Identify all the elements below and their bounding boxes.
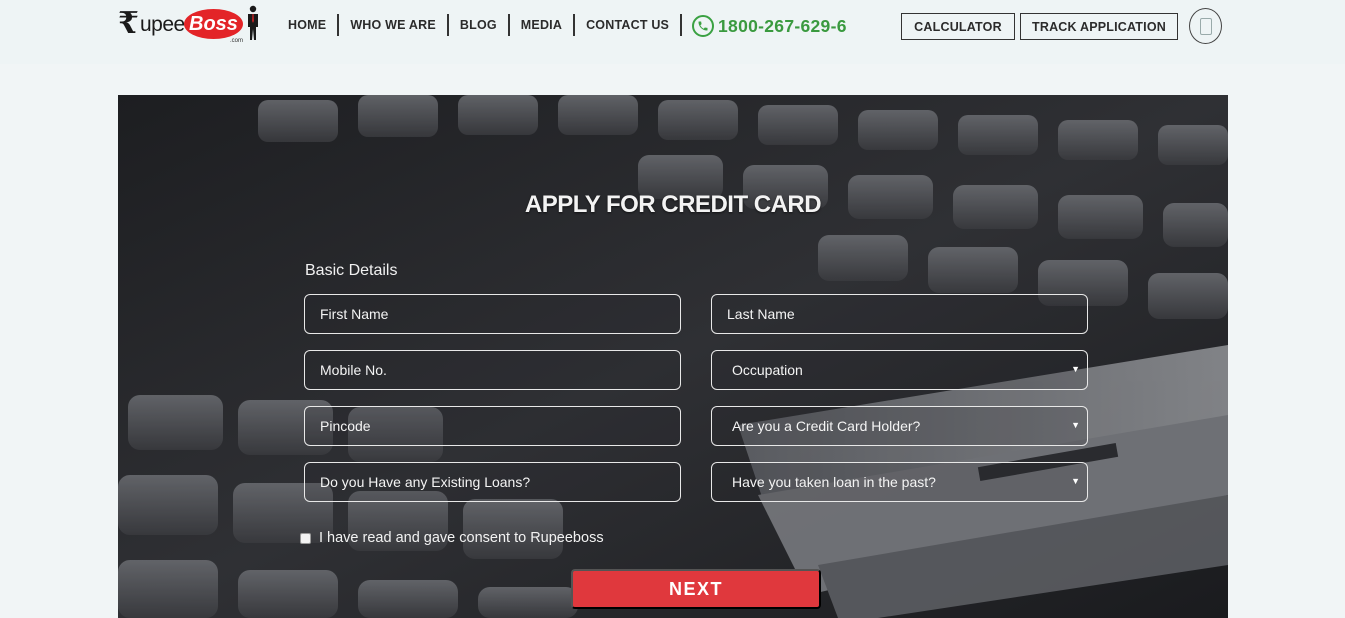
card-holder-select-value: Are you a Credit Card Holder? — [732, 418, 921, 434]
last-name-input[interactable]: Last Name — [711, 294, 1088, 334]
logo-text: upee — [140, 13, 185, 36]
site-header: ₹ upee Boss .com HOME WHO WE ARE BLOG ME… — [0, 0, 1345, 64]
main-nav: HOME WHO WE ARE BLOG MEDIA CONTACT US — [277, 14, 683, 36]
chevron-down-icon: ▼ — [1071, 420, 1080, 430]
businessman-icon — [248, 5, 258, 40]
consent-label: I have read and gave consent to Rupeebos… — [319, 530, 604, 546]
mobile-icon[interactable] — [1189, 8, 1222, 44]
section-basic-details: Basic Details — [305, 262, 398, 279]
phone-number: 1800-267-629-6 — [718, 15, 847, 36]
nav-who-we-are[interactable]: WHO WE ARE — [339, 14, 449, 36]
mobile-input[interactable]: Mobile No. — [304, 350, 681, 390]
logo-rupee-symbol: ₹ — [118, 6, 139, 41]
logo-domain: .com — [230, 38, 244, 44]
occupation-select[interactable]: Occupation ▼ — [711, 350, 1088, 390]
chevron-down-icon: ▼ — [1071, 476, 1080, 486]
phone-icon — [692, 15, 714, 37]
occupation-select-value: Occupation — [732, 362, 803, 378]
first-name-input[interactable]: First Name — [304, 294, 681, 334]
card-holder-select[interactable]: Are you a Credit Card Holder? ▼ — [711, 406, 1088, 446]
chevron-down-icon: ▼ — [1071, 364, 1080, 374]
nav-contact-us[interactable]: CONTACT US — [575, 14, 683, 36]
consent-row[interactable]: I have read and gave consent to Rupeebos… — [300, 530, 604, 546]
existing-loans-input[interactable]: Do you Have any Existing Loans? — [304, 462, 681, 502]
track-application-button[interactable]: TRACK APPLICATION — [1020, 13, 1178, 40]
logo-boss-badge: Boss — [184, 9, 243, 39]
nav-blog[interactable]: BLOG — [449, 14, 510, 36]
nav-home[interactable]: HOME — [277, 14, 340, 36]
calculator-button[interactable]: CALCULATOR — [901, 13, 1015, 40]
next-button[interactable]: NEXT — [571, 569, 821, 609]
apply-hero: APPLY FOR CREDIT CARD Basic Details Firs… — [118, 95, 1228, 618]
form-title: APPLY FOR CREDIT CARD — [524, 191, 822, 218]
past-loan-select[interactable]: Have you taken loan in the past? ▼ — [711, 462, 1088, 502]
rupeeboss-logo[interactable]: ₹ upee Boss .com — [118, 5, 260, 45]
pincode-input[interactable]: Pincode — [304, 406, 681, 446]
past-loan-select-value: Have you taken loan in the past? — [732, 474, 936, 490]
nav-media[interactable]: MEDIA — [510, 14, 576, 36]
consent-checkbox[interactable] — [300, 532, 311, 544]
phone-contact[interactable]: 1800-267-629-6 — [692, 14, 847, 38]
